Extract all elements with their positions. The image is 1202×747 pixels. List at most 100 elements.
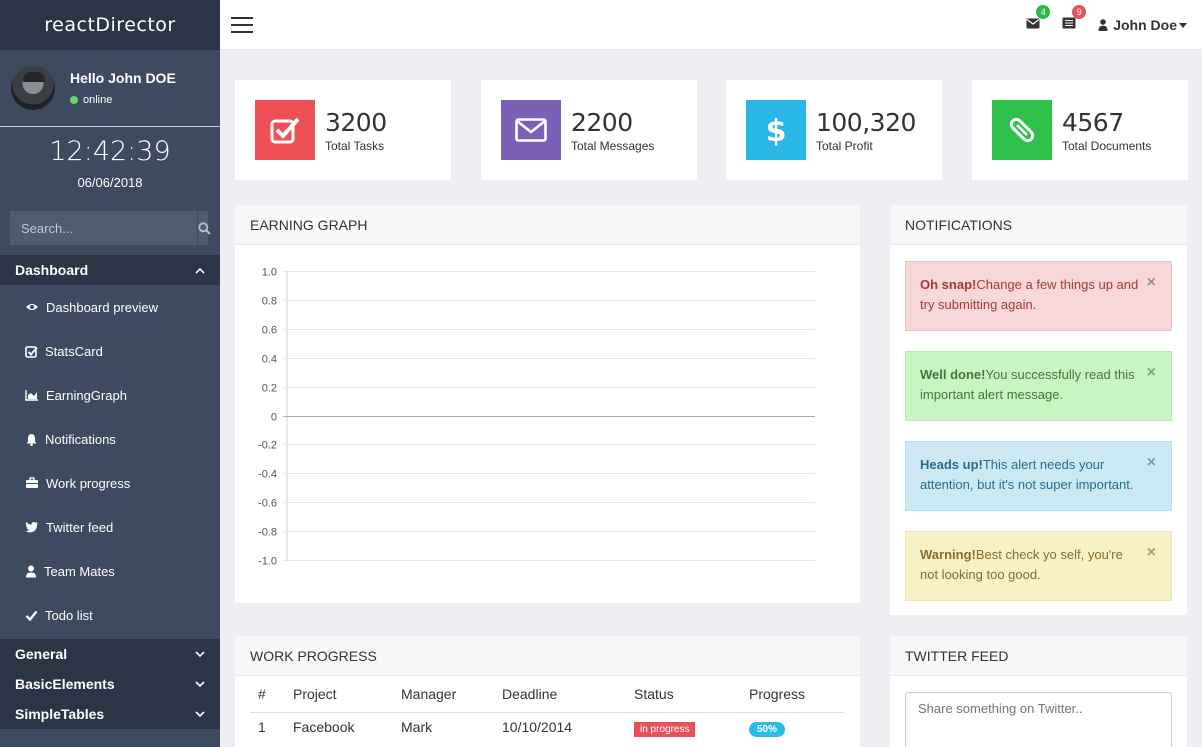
panel-title: WORK PROGRESS	[235, 636, 860, 676]
sidebar-item-notifications[interactable]: Notifications	[0, 417, 220, 461]
user-icon	[26, 565, 36, 577]
online-dot-icon	[70, 96, 78, 104]
check-square-icon	[25, 345, 38, 358]
stat-card-messages: 2200 Total Messages	[481, 80, 697, 180]
sidebar-item-label: Twitter feed	[46, 519, 114, 535]
alert-strong: Oh snap!	[920, 277, 977, 292]
stat-card-tasks: 3200 Total Tasks	[235, 80, 451, 180]
tweet-input[interactable]	[905, 692, 1172, 747]
y-tick-label: -1.0	[258, 556, 277, 568]
column-header: Project	[293, 676, 401, 713]
table-header-row: # Project Manager Deadline Status Progre…	[250, 676, 844, 713]
user-panel: Hello John DOE online	[0, 50, 220, 127]
stat-card-profit: $ 100,320 Total Profit	[726, 80, 942, 180]
y-tick-label: 0	[271, 412, 277, 424]
envelope-icon	[515, 118, 547, 142]
briefcase-icon	[26, 477, 38, 488]
search-icon	[198, 221, 211, 235]
chevron-down-icon	[195, 710, 205, 717]
user-status: online	[70, 94, 176, 106]
alert-strong: Heads up!	[920, 457, 983, 472]
y-tick-label: 0.6	[262, 325, 277, 337]
y-tick-label: 0.4	[262, 354, 277, 366]
work-progress-table: # Project Manager Deadline Status Progre…	[250, 676, 844, 742]
tasks-badge: 9	[1072, 5, 1087, 19]
cell-progress: 50%	[749, 712, 844, 742]
stat-icon-box	[255, 100, 315, 160]
chevron-down-icon	[195, 680, 205, 687]
earning-chart: 1.0 0.8 0.6 0.4 0.2 0 -0.2 -0.4 -0.6 -0.8 -1.0	[258, 267, 815, 568]
column-header: Status	[634, 676, 749, 713]
app-brand[interactable]: reactDirector	[0, 0, 220, 50]
y-tick-label: -0.8	[258, 527, 277, 539]
work-progress-panel: WORK PROGRESS # Project Manager Deadline…	[235, 636, 860, 747]
panel-title: EARNING GRAPH	[235, 205, 860, 245]
stat-label: Total Profit	[816, 138, 873, 153]
user-greeting: Hello John DOE	[70, 70, 176, 86]
close-icon[interactable]: ×	[1147, 363, 1156, 383]
user-menu[interactable]: John Doe	[1098, 17, 1192, 33]
column-header: Deadline	[502, 676, 634, 713]
sidebar: reactDirector Hello John DOE online 12:4…	[0, 0, 220, 747]
tasks-button[interactable]: 9	[1062, 5, 1087, 34]
stat-value: 2200	[571, 107, 633, 137]
panel-title: NOTIFICATIONS	[890, 205, 1187, 245]
avatar	[11, 66, 55, 110]
progress-badge: 50%	[749, 722, 786, 738]
chevron-up-icon	[195, 267, 205, 274]
check-icon	[25, 610, 38, 621]
stat-icon-box	[501, 100, 561, 160]
notifications-panel: NOTIFICATIONS Oh snap!Change a few thing…	[890, 205, 1187, 615]
stat-icon-box: $	[746, 100, 806, 160]
alert-danger: Oh snap!Change a few things up and try s…	[905, 261, 1172, 331]
sidebar-section-dashboard[interactable]: Dashboard	[0, 255, 220, 285]
user-menu-name: John Doe	[1113, 17, 1177, 33]
alert-success: Well done!You successfully read this imp…	[905, 351, 1172, 421]
sidebar-item-label: Team Mates	[44, 563, 115, 579]
sidebar-section-basicelements[interactable]: BasicElements	[0, 669, 220, 699]
menu-toggle-icon[interactable]	[231, 17, 253, 33]
sidebar-item-work-progress[interactable]: Work progress	[0, 461, 220, 505]
sidebar-item-todo-list[interactable]: Todo list	[0, 593, 220, 637]
sidebar-item-label: Work progress	[46, 475, 131, 491]
alert-strong: Warning!	[920, 547, 976, 562]
sidebar-item-team-mates[interactable]: Team Mates	[0, 549, 220, 593]
sidebar-section-label: BasicElements	[15, 676, 115, 692]
sidebar-search	[10, 211, 211, 245]
sidebar-item-earninggraph[interactable]: EarningGraph	[0, 373, 220, 417]
sidebar-item-twitter-feed[interactable]: Twitter feed	[0, 505, 220, 549]
sidebar-item-label: StatsCard	[45, 343, 103, 359]
sidebar-section-label: Dashboard	[15, 262, 89, 278]
cell-project: Facebook	[293, 719, 355, 736]
user-status-label: online	[83, 94, 113, 106]
clock-time: 12:42:39	[49, 136, 171, 167]
earning-graph-panel: EARNING GRAPH 1.0 0.8 0.6 0.4 0.2 0 -0.2 -0.4 -0…	[235, 205, 860, 603]
paperclip-icon	[1009, 117, 1035, 143]
stat-card-documents: 4567 Total Documents	[972, 80, 1188, 180]
sidebar-item-label: Notifications	[45, 431, 116, 447]
sidebar-item-statscard[interactable]: StatsCard	[0, 329, 220, 373]
stat-icon-box	[992, 100, 1052, 160]
close-icon[interactable]: ×	[1147, 543, 1156, 563]
alert-strong: Well done!	[920, 367, 986, 382]
stat-value: 3200	[325, 107, 387, 137]
messages-button[interactable]: 4	[1026, 5, 1051, 34]
y-tick-label: -0.2	[258, 440, 277, 452]
sidebar-section-label: SimpleTables	[15, 706, 105, 722]
cell-manager: Mark	[401, 719, 433, 736]
close-icon[interactable]: ×	[1147, 273, 1156, 293]
column-header: Manager	[401, 676, 502, 713]
sidebar-item-dashboard-preview[interactable]: Dashboard preview	[0, 285, 220, 329]
clock: 12:42:39 06/06/2018	[0, 127, 220, 195]
eye-icon	[26, 304, 38, 310]
search-input[interactable]	[10, 211, 197, 245]
close-icon[interactable]: ×	[1147, 453, 1156, 473]
caret-down-icon	[1179, 22, 1187, 28]
cell-deadline: 10/10/2014	[502, 719, 573, 736]
y-tick-label: 0.8	[262, 296, 277, 308]
sidebar-section-general[interactable]: General	[0, 639, 220, 669]
search-button[interactable]	[197, 211, 211, 245]
table-row: 1 Facebook Mark 10/10/2014 in progress 5…	[250, 712, 844, 742]
y-tick-label: -0.4	[258, 469, 277, 481]
sidebar-section-simpletables[interactable]: SimpleTables	[0, 699, 220, 729]
